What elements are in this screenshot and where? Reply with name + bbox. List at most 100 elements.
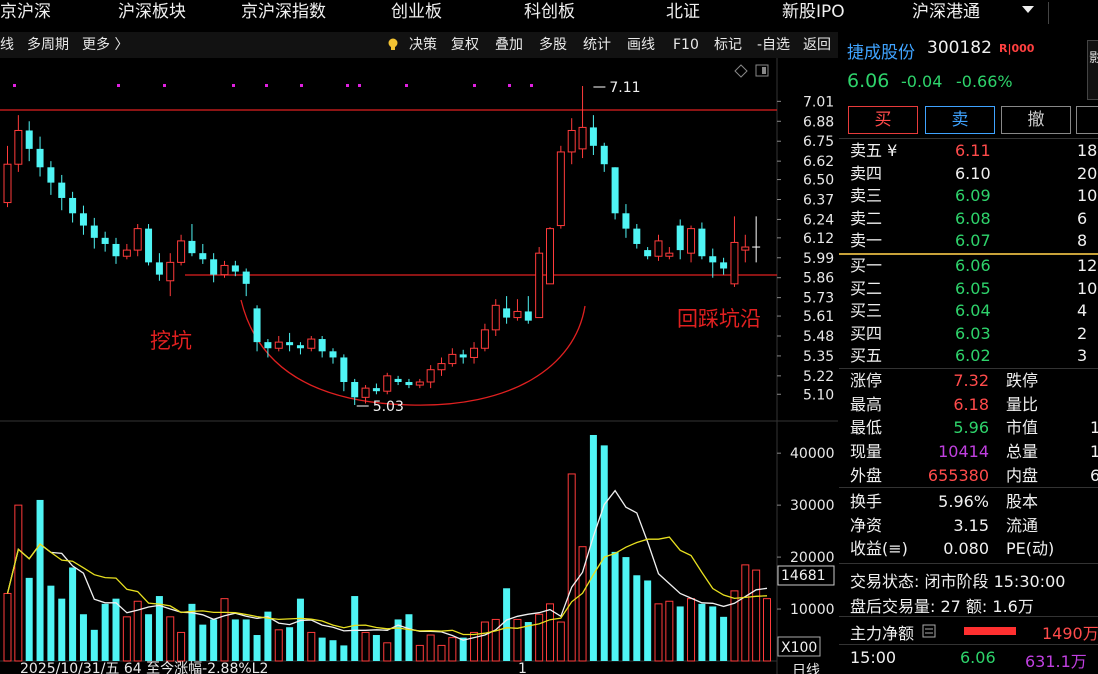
candle-body xyxy=(633,228,641,244)
bid-row[interactable]: 买五 6.02 3 xyxy=(839,345,1098,367)
stat-value: 6.18 xyxy=(953,394,989,414)
volume-bar xyxy=(698,603,706,661)
bottom-marker: 1 xyxy=(518,661,527,674)
bid-row[interactable]: 买四 6.03 2 xyxy=(839,323,1098,345)
sell-button[interactable]: 卖 xyxy=(925,106,995,134)
price-tick-label: 6.62 xyxy=(803,154,834,170)
bid-row[interactable]: 买一 6.06 12 xyxy=(839,255,1098,277)
cancel-button[interactable]: 撤 xyxy=(1001,106,1071,134)
ask-row[interactable]: 卖三 6.09 10 xyxy=(839,185,1098,207)
candle-body xyxy=(329,351,337,358)
order-price: 6.08 xyxy=(955,208,991,228)
candle-body xyxy=(242,271,250,284)
candle-body xyxy=(503,308,511,318)
candle-body xyxy=(133,228,142,251)
volume-bar xyxy=(611,551,619,661)
divider xyxy=(839,368,1098,369)
volume-bar xyxy=(79,614,87,661)
signal-dot xyxy=(300,84,303,87)
volume-bar xyxy=(340,645,348,661)
stat-label: 现量 xyxy=(850,442,883,462)
order-price: 6.06 xyxy=(955,256,991,275)
signal-dot xyxy=(358,84,361,87)
volume-bar xyxy=(720,616,728,661)
candle-body xyxy=(448,353,457,365)
volume-scale-label[interactable]: X100 xyxy=(781,640,817,656)
volume-bar xyxy=(665,600,674,662)
order-price: 6.03 xyxy=(955,323,991,343)
signal-dot xyxy=(163,84,166,87)
stock-price: 6.06 xyxy=(847,70,890,92)
period-label[interactable]: 日线 xyxy=(792,663,820,674)
candle-body xyxy=(546,228,554,285)
ask-row[interactable]: 卖二 6.08 6 xyxy=(839,208,1098,230)
nav-item-cyb[interactable]: 创业板 xyxy=(391,0,442,28)
trade-status: 交易状态: 闭市阶段 15:30:00 xyxy=(850,572,1066,591)
candle-body xyxy=(709,256,717,263)
toolbar-decision[interactable]: 决策 xyxy=(409,32,437,58)
signal-dot xyxy=(265,84,268,87)
stock-code: 300182 xyxy=(927,38,992,58)
order-level-label: 买一 xyxy=(850,256,883,275)
order-level-label: 卖四 xyxy=(850,163,883,183)
candle-body xyxy=(253,308,261,343)
stat-value: 10414 xyxy=(938,442,989,462)
candle-body xyxy=(524,311,532,321)
toolbar-stats[interactable]: 统计 xyxy=(583,32,611,58)
toolbar-more[interactable]: 更多 〉 xyxy=(82,32,128,58)
list-icon[interactable] xyxy=(922,624,936,638)
divider xyxy=(839,487,1098,488)
candle-body xyxy=(730,241,739,285)
volume-last-value: 14681 xyxy=(781,568,826,584)
volume-bar xyxy=(210,619,218,661)
candle-body xyxy=(231,265,239,272)
divider xyxy=(839,563,1098,564)
toolbar-multi-stock[interactable]: 多股 xyxy=(539,32,567,58)
toolbar-f10[interactable]: F10 xyxy=(673,32,699,58)
bid-row[interactable]: 买二 6.05 10 xyxy=(839,278,1098,300)
nav-item-ipo[interactable]: 新股IPO xyxy=(782,0,845,28)
order-price: 6.02 xyxy=(955,346,991,365)
more-trade-button[interactable] xyxy=(1076,106,1098,134)
toolbar-restore-rights[interactable]: 复权 xyxy=(451,32,479,58)
ask-row[interactable]: 卖一 6.07 8 xyxy=(839,230,1098,252)
toolbar-overlay[interactable]: 叠加 xyxy=(495,32,523,58)
toolbar-multi-period[interactable]: 多周期 xyxy=(27,32,69,58)
main-flow-bar xyxy=(964,627,1016,635)
dropdown-arrow-icon[interactable] xyxy=(1020,4,1036,16)
stat-label: 收益(≡) xyxy=(850,539,908,559)
nav-item-bankuai[interactable]: 沪深板块 xyxy=(118,0,186,28)
price-tick-label: 6.88 xyxy=(803,114,834,130)
order-level-label: 卖三 xyxy=(850,186,883,205)
toolbar-back[interactable]: 返回 xyxy=(803,32,831,58)
nav-item-bz[interactable]: 北证 xyxy=(666,0,700,28)
candle-body xyxy=(351,381,359,398)
bid-row[interactable]: 买三 6.04 4 xyxy=(839,300,1098,322)
toolbar-mark[interactable]: 标记 xyxy=(714,32,742,58)
volume-bar xyxy=(69,567,77,661)
candle-body xyxy=(25,130,33,149)
order-level-label: 买二 xyxy=(850,278,883,298)
ask-row[interactable]: 卖五 ¥ 6.11 18 xyxy=(839,140,1098,162)
shadow-tab[interactable]: 影 xyxy=(1087,40,1098,100)
buy-button[interactable]: 买 xyxy=(848,106,918,134)
stat-value: 7.32 xyxy=(953,371,989,390)
ask-row[interactable]: 卖四 6.10 20 xyxy=(839,163,1098,185)
nav-item-index[interactable]: 京沪深指数 xyxy=(241,0,326,28)
toolbar-watchlist[interactable]: -自选 xyxy=(757,32,790,58)
nav-item-hgt[interactable]: 沪深港通 xyxy=(912,0,980,28)
kline-chart[interactable]: 7.01 6.88 6.75 6.62 6.50 6.37 6.24 6.12 5.99 5.86… xyxy=(0,58,838,674)
toolbar-line[interactable]: 线 xyxy=(0,32,14,58)
nav-item-kcb[interactable]: 科创板 xyxy=(524,0,575,28)
price-tick-label: 6.12 xyxy=(803,231,834,247)
candle-body xyxy=(14,129,23,165)
tick-time: 15:00 xyxy=(850,648,897,667)
chart-toolbar: 线 多周期 更多 〉 决策 复权 叠加 多股 统计 画线 F10 标记 -自选 … xyxy=(0,32,838,59)
volume-bar xyxy=(524,622,532,661)
stock-name[interactable]: 捷成股份 xyxy=(847,38,915,63)
volume-tick-label: 40000 xyxy=(790,446,835,462)
volume-bar xyxy=(535,613,544,662)
nav-item-jhs[interactable]: 京沪深 xyxy=(0,0,51,28)
toolbar-draw-line[interactable]: 画线 xyxy=(627,32,655,58)
candle-body xyxy=(264,342,272,349)
